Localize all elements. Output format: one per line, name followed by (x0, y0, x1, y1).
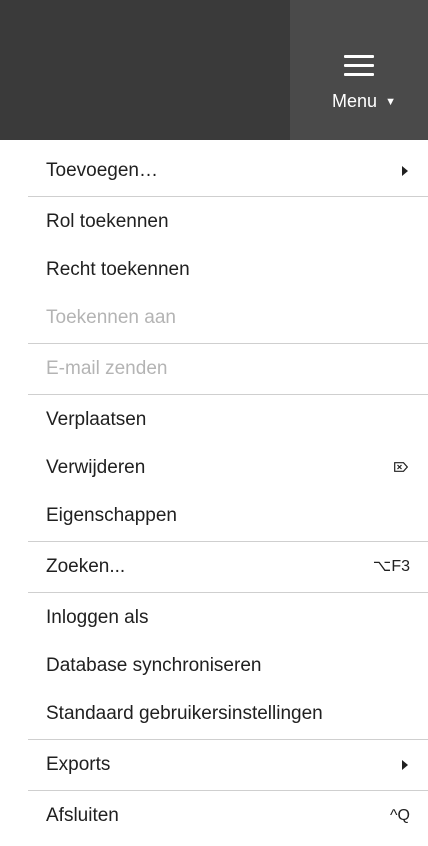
menu-item-label: Verplaatsen (46, 409, 147, 430)
menu-item-assign-role[interactable]: Rol toekennen (0, 198, 428, 246)
menu-item-search[interactable]: Zoeken... ⌥F3 (0, 543, 428, 591)
chevron-right-icon (402, 760, 408, 770)
menu-item-add[interactable]: Toevoegen… (0, 147, 428, 195)
divider (28, 592, 428, 593)
divider (28, 739, 428, 740)
menu-item-label: E-mail zenden (46, 358, 168, 379)
menu-item-exports[interactable]: Exports (0, 741, 428, 789)
menu-item-label: Eigenschappen (46, 505, 177, 526)
hamburger-icon (344, 55, 374, 77)
caret-down-icon: ▼ (385, 96, 396, 108)
chevron-right-icon (402, 166, 408, 176)
menu-item-close[interactable]: Afsluiten ^Q (0, 792, 428, 840)
top-bar: Menu ▼ (0, 0, 428, 140)
menu-item-label: Standaard gebruikersinstellingen (46, 703, 323, 724)
menu-item-assign-right[interactable]: Recht toekennen (0, 246, 428, 294)
menu-label-row: Menu ▼ (290, 91, 428, 112)
shortcut-label: ^Q (390, 807, 410, 824)
menu-item-label: Afsluiten (46, 805, 119, 826)
delete-key-icon (394, 462, 408, 472)
menu-button[interactable]: Menu ▼ (290, 0, 428, 140)
divider (28, 541, 428, 542)
menu-item-label: Exports (46, 754, 111, 775)
menu-item-delete[interactable]: Verwijderen (0, 444, 428, 492)
menu-item-sync-database[interactable]: Database synchroniseren (0, 642, 428, 690)
menu-label: Menu (332, 91, 378, 111)
menu-item-label: Toekennen aan (46, 307, 176, 328)
dropdown-menu: Toevoegen… Rol toekennen Recht toekennen… (0, 147, 428, 840)
menu-item-label: Recht toekennen (46, 259, 190, 280)
menu-item-label: Rol toekennen (46, 211, 169, 232)
divider (28, 196, 428, 197)
divider (28, 790, 428, 791)
menu-item-label: Zoeken... (46, 556, 126, 577)
menu-item-label: Toevoegen… (46, 160, 158, 181)
menu-item-login-as[interactable]: Inloggen als (0, 594, 428, 642)
menu-item-assign-to: Toekennen aan (0, 294, 428, 342)
menu-item-default-settings[interactable]: Standaard gebruikersinstellingen (0, 690, 428, 738)
divider (28, 343, 428, 344)
menu-item-label: Verwijderen (46, 457, 146, 478)
shortcut-label: ⌥F3 (372, 558, 410, 575)
menu-item-send-email: E-mail zenden (0, 345, 428, 393)
menu-item-label: Database synchroniseren (46, 655, 262, 676)
menu-item-label: Inloggen als (46, 607, 149, 628)
menu-item-move[interactable]: Verplaatsen (0, 396, 428, 444)
menu-item-properties[interactable]: Eigenschappen (0, 492, 428, 540)
divider (28, 394, 428, 395)
